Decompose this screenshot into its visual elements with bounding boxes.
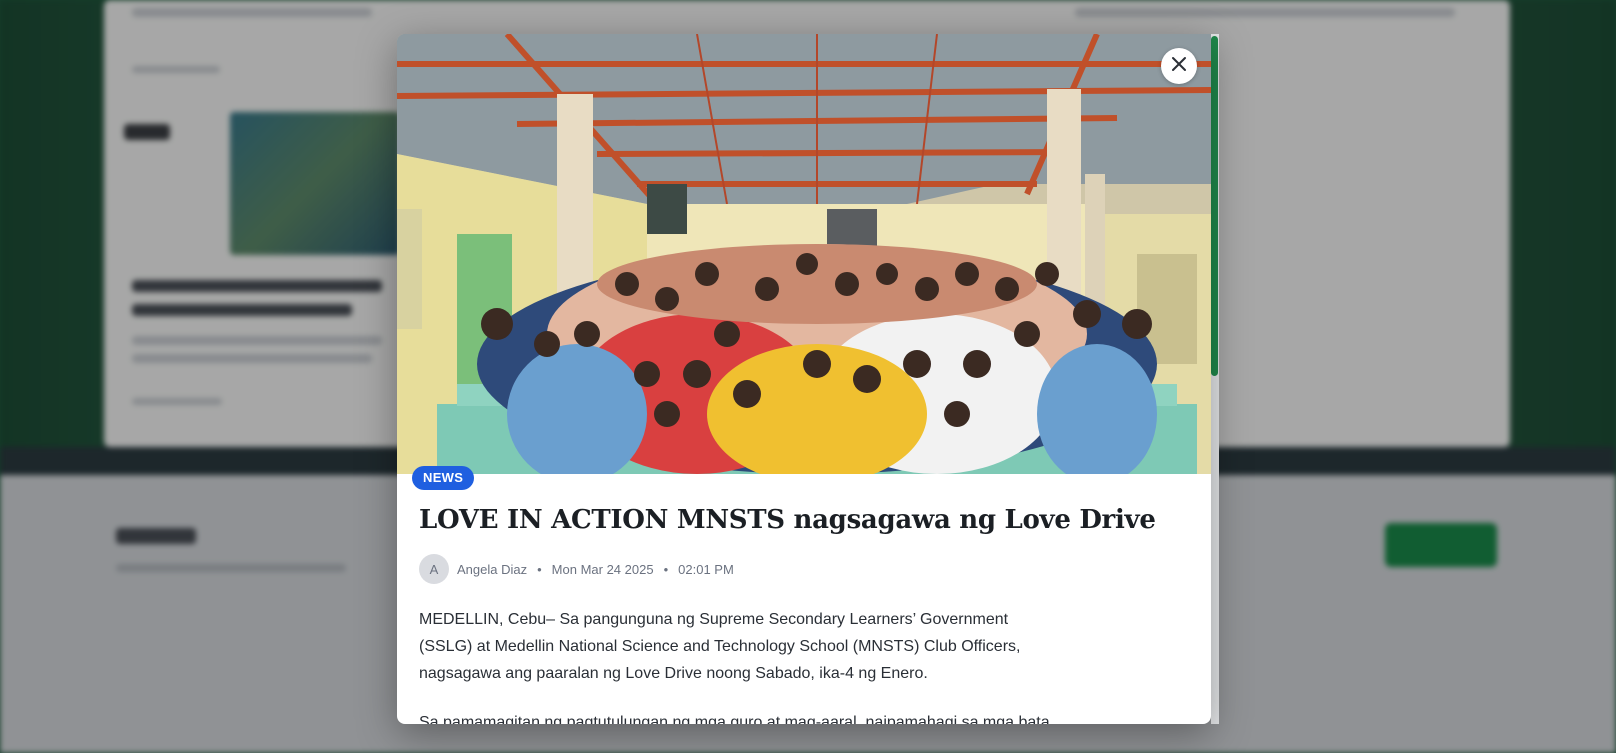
author-name: Angela Diaz bbox=[457, 561, 528, 577]
article-modal: NEWS LOVE IN ACTION MNSTS nagsagawa ng L… bbox=[397, 34, 1211, 724]
close-icon bbox=[1171, 56, 1187, 77]
publish-date: Mon Mar 24 2025 bbox=[551, 561, 654, 577]
publish-time: 02:01 PM bbox=[678, 561, 734, 577]
article-title: LOVE IN ACTION MNSTS nagsagawa ng Love D… bbox=[419, 505, 1156, 535]
modal-scrollbar-thumb[interactable] bbox=[1211, 36, 1218, 376]
close-button[interactable] bbox=[1161, 48, 1197, 84]
article-content: LOVE IN ACTION MNSTS nagsagawa ng Love D… bbox=[419, 502, 1179, 724]
meta-separator: • bbox=[663, 561, 669, 577]
article-paragraph: Sa pamamagitan ng pagtutulungan ng mga g… bbox=[419, 714, 1050, 724]
category-badge: NEWS bbox=[412, 466, 475, 490]
article-meta: A Angela Diaz • Mon Mar 24 2025 • 02:01 … bbox=[419, 554, 1179, 584]
meta-separator: • bbox=[537, 561, 542, 577]
author-avatar: A bbox=[419, 554, 449, 584]
group-photo-illustration bbox=[397, 34, 1211, 474]
article-paragraph: MEDELLIN, Cebu– Sa pangunguna ng Supreme… bbox=[419, 611, 1021, 682]
article-body: MEDELLIN, Cebu– Sa pangunguna ng Supreme… bbox=[419, 606, 1059, 724]
article-hero-photo bbox=[397, 34, 1211, 474]
